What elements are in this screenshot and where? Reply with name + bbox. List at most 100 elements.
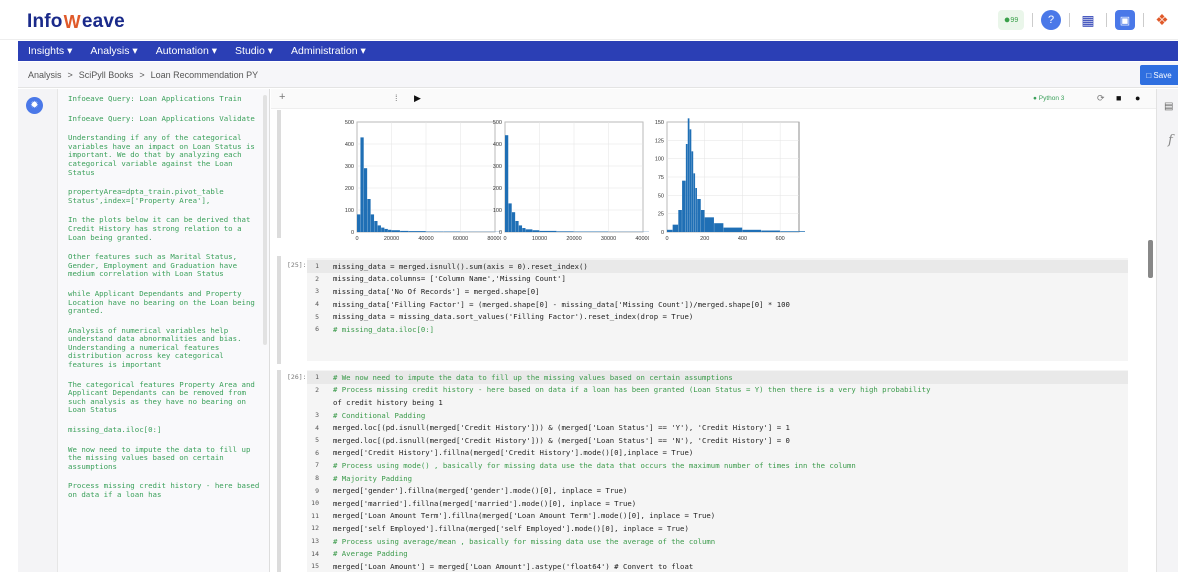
line-number: 5: [315, 312, 319, 321]
code-line[interactable]: 4 missing_data['Filling Factor'] = (merge…: [307, 298, 1128, 311]
divider: [1106, 13, 1107, 27]
breadcrumb-scipyll-books[interactable]: SciPyll Books: [79, 70, 134, 80]
code-cell-26[interactable]: [26]: 1 # We now need to impute the data …: [287, 370, 1128, 572]
code-text: merged['Loan Amount Term'].fillna(merged…: [333, 511, 716, 521]
outline-item[interactable]: Process missing credit history - here ba…: [68, 482, 263, 499]
outline-item[interactable]: Analysis of numerical variables help und…: [68, 326, 263, 370]
add-cell-button[interactable]: +: [279, 91, 285, 103]
line-number: 2: [315, 274, 319, 283]
panel-toggle-icon[interactable]: ▤: [1164, 101, 1173, 112]
nav-insights[interactable]: Insights ▾: [28, 45, 72, 57]
code-text: # Process missing credit history - here …: [333, 385, 931, 395]
help-icon[interactable]: ?: [1041, 10, 1061, 30]
run-icon[interactable]: ▶: [414, 93, 421, 104]
code-line[interactable]: 5 merged.loc[(pd.isnull(merged['Credit Hi…: [307, 434, 1128, 447]
code-line[interactable]: 1 # We now need to impute the data to fil…: [307, 371, 1128, 384]
outline-item[interactable]: In the plots below it can be derived tha…: [68, 216, 263, 242]
drag-handle-icon[interactable]: ⁞: [395, 93, 398, 103]
code-text: missing_data.columns= ['Column Name','Mi…: [333, 274, 566, 284]
notebook-outline: Infoeave Query: Loan Applications Train …: [58, 89, 270, 572]
code-line[interactable]: 2 missing_data.columns= ['Column Name','M…: [307, 273, 1128, 286]
code-text: # Conditional Padding: [333, 410, 426, 420]
x-tick-label: 0: [665, 236, 668, 242]
histogram-bar: [691, 151, 694, 232]
outline-item[interactable]: while Applicant Dependants and Property …: [68, 289, 263, 316]
line-number: 15: [311, 562, 319, 571]
nav-studio[interactable]: Studio ▾: [235, 45, 273, 57]
histogram-bar: [685, 144, 688, 232]
code-text: merged['self Employed'].fillna(merged['s…: [333, 523, 689, 533]
code-line[interactable]: 15 merged['Loan Amount'] = merged['Loan A…: [307, 560, 1128, 572]
code-line[interactable]: 1 missing_data = merged.isnull().sum(axis…: [307, 260, 1128, 273]
code-line[interactable]: 4 merged.loc[(pd.isnull(merged['Credit Hi…: [307, 421, 1128, 434]
histogram-2: 5004003002001000010000200003000040000: [479, 118, 649, 252]
code-line[interactable]: 12 merged['self Employed'].fillna(merged[…: [307, 522, 1128, 535]
histogram-bar: [370, 214, 375, 232]
divider: [1069, 13, 1070, 27]
outline-scrollbar[interactable]: [263, 95, 267, 345]
code-line[interactable]: of credit history being 1: [307, 396, 1128, 409]
monitor-icon[interactable]: ▣: [1115, 10, 1135, 30]
line-number: 6: [315, 448, 319, 457]
save-button[interactable]: □ Save: [1140, 65, 1178, 85]
code-text: merged.loc[(pd.isnull(merged['Credit His…: [333, 435, 790, 445]
code-line[interactable]: 11 merged['Loan Amount Term'].fillna(merg…: [307, 510, 1128, 523]
histogram-bar: [667, 229, 673, 232]
formula-icon[interactable]: f: [1168, 133, 1173, 148]
code-line[interactable]: 10 merged['married'].fillna(merged['marri…: [307, 497, 1128, 510]
outline-item[interactable]: The categorical features Property Area a…: [68, 380, 263, 415]
code-text: missing_data = missing_data.sort_values(…: [333, 312, 694, 322]
histogram-bar: [408, 231, 426, 232]
code-line[interactable]: 8 # Majority Padding: [307, 472, 1128, 485]
outline-item[interactable]: Infoeave Query: Loan Applications Valida…: [68, 114, 263, 124]
app-switcher-icon[interactable]: ❖: [1152, 10, 1172, 30]
restart-icon[interactable]: ⟳: [1097, 93, 1105, 104]
histogram-bar: [761, 230, 780, 232]
code-line[interactable]: 3 missing_data['No Of Records'] = merged.…: [307, 285, 1128, 298]
code-line[interactable]: 6 # missing_data.iloc[0:]: [307, 323, 1128, 336]
cell-prompt: [25]:: [287, 261, 307, 269]
breadcrumb: Analysis > SciPyll Books > Loan Recommen…: [18, 62, 1178, 88]
code-line[interactable]: 7 # Process using mode() , basically for …: [307, 459, 1128, 472]
code-line[interactable]: 2 # Process missing credit history - here…: [307, 384, 1128, 397]
x-tick-label: 60000: [453, 236, 468, 242]
interrupt-icon[interactable]: ■: [1116, 93, 1121, 103]
outline-item[interactable]: missing_data.iloc[0:]: [68, 425, 263, 435]
notification-bell-icon[interactable]: ● 99: [998, 10, 1024, 30]
breadcrumb-analysis[interactable]: Analysis: [28, 70, 62, 80]
line-number: 4: [315, 423, 319, 432]
outline-item[interactable]: We now need to impute the data to fill u…: [68, 445, 263, 472]
settings-icon[interactable]: ●: [1135, 93, 1140, 103]
line-number: 7: [315, 461, 319, 470]
nav-automation[interactable]: Automation ▾: [156, 45, 217, 57]
compass-icon[interactable]: ✹: [26, 97, 43, 114]
notebook-scrollbar[interactable]: [1148, 240, 1153, 278]
histogram-bar: [384, 228, 388, 232]
right-side-panel: ▤ f: [1156, 89, 1178, 572]
code-line[interactable]: 5 missing_data = missing_data.sort_values…: [307, 310, 1128, 323]
y-tick-label: 400: [345, 142, 354, 148]
line-number: 9: [315, 486, 319, 495]
line-number: 3: [315, 411, 319, 420]
code-cell-25[interactable]: [25]: 1 missing_data = merged.isnull().su…: [287, 258, 1128, 361]
library-icon[interactable]: ▦: [1078, 10, 1098, 30]
nav-analysis[interactable]: Analysis ▾: [90, 45, 137, 57]
outline-item[interactable]: Infoeave Query: Loan Applications Train: [68, 94, 263, 104]
histogram-bar: [687, 118, 690, 232]
code-line[interactable]: 14 # Average Padding: [307, 547, 1128, 560]
code-line[interactable]: 6 merged['Credit History'].fillna(merged[…: [307, 447, 1128, 460]
infoweave-logo[interactable]: Info Weave: [27, 11, 125, 33]
outline-item[interactable]: Other features such as Marital Status, G…: [68, 252, 263, 279]
x-tick-label: 400: [738, 236, 747, 242]
nav-administration[interactable]: Administration ▾: [291, 45, 366, 57]
notification-count: 99: [1010, 16, 1019, 24]
code-line[interactable]: 9 merged['gender'].fillna(merged['gender'…: [307, 484, 1128, 497]
outline-item[interactable]: propertyArea=dpta_train.pivot_table Stat…: [68, 187, 263, 205]
outline-item[interactable]: Understanding if any of the categorical …: [68, 133, 263, 177]
histogram-3-svg: 150 125 100 75 50 25 00 200 400 600: [655, 118, 805, 242]
cell-gutter: [277, 256, 281, 364]
y-tick-label: 25: [658, 212, 664, 218]
code-line[interactable]: 13 # Process using average/mean , basical…: [307, 535, 1128, 548]
code-line[interactable]: 3 # Conditional Padding: [307, 409, 1128, 422]
y-tick-label: 300: [345, 164, 354, 170]
